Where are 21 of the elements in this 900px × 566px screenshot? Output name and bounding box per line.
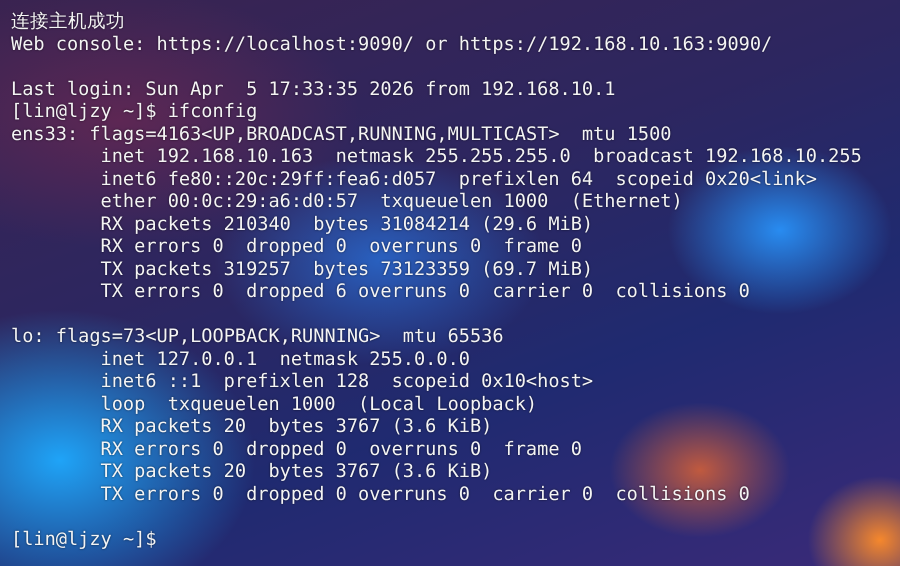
terminal-line: TX errors 0 dropped 6 overruns 0 carrier 0 collisions 0 (100, 281, 750, 304)
terminal-line: TX packets 20 bytes 3767 (3.6 KiB) (100, 461, 492, 484)
terminal-line: RX errors 0 dropped 0 overruns 0 frame 0 (100, 438, 582, 461)
terminal-line: inet 127.0.0.1 netmask 255.0.0.0 (100, 348, 470, 371)
terminal-line: TX errors 0 dropped 0 overruns 0 carrier 0 collisions 0 (100, 484, 750, 506)
terminal-line: RX packets 20 bytes 3767 (3.6 KiB) (100, 416, 492, 438)
terminal-line: Last login: Sun Apr 5 17:33:35 2026 from 192.168.10.1 (11, 78, 616, 101)
terminal-line: inet6 ::1 prefixlen 128 scopeid 0x10<host> (100, 371, 594, 394)
terminal-line: ether 00:0c:29:a6:d0:57 txqueuelen 1000 (Ethernet) (100, 191, 683, 214)
terminal-line: [lin@ljzy ~]$ (11, 528, 157, 551)
terminal-line: RX errors 0 dropped 0 overruns 0 frame 0 (100, 236, 582, 258)
terminal-line: RX packets 210340 bytes 31084214 (29.6 MiB) (100, 214, 594, 236)
terminal-line: ens33: flags=4163<UP,BROADCAST,RUNNING,MULTICAST> mtu 1500 (11, 124, 672, 146)
terminal-line: lo: flags=73<UP,LOOPBACK,RUNNING> mtu 65536 (11, 326, 504, 348)
terminal-line: inet6 fe80::20c:29ff:fea6:d057 prefixlen 64 scopeid 0x20<link> (100, 168, 817, 191)
terminal-line: TX packets 319257 bytes 73123359 (69.7 MiB) (100, 258, 594, 281)
terminal-line: Web console: https://localhost:9090/ or https://192.168.10.163:9090/ (11, 34, 772, 56)
terminal-line: loop txqueuelen 1000 (Local Loopback) (100, 394, 538, 416)
terminal-line: 连接主机成功 (11, 11, 125, 34)
terminal-line: inet 192.168.10.163 netmask 255.255.255.0 broadcast 192.168.10.255 (100, 146, 862, 168)
terminal-line: [lin@ljzy ~]$ ifconfig (11, 101, 258, 124)
